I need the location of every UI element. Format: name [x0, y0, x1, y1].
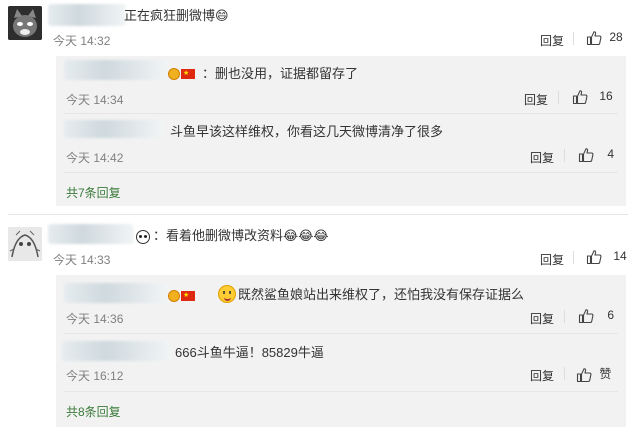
divider	[564, 149, 565, 162]
comment-time: 今天 14:32	[53, 34, 111, 48]
divider	[558, 91, 559, 104]
comment-text: ：看着他删微博改资料😂😂😂	[153, 228, 329, 243]
china-flag-icon	[181, 66, 195, 82]
reply-time: 今天 16:12	[66, 369, 124, 383]
like-count: 14	[613, 249, 627, 264]
reply-button[interactable]: 回复	[530, 149, 554, 166]
like-count: 4	[607, 147, 615, 162]
reply-time: 今天 14:34	[66, 93, 124, 107]
separator	[64, 113, 618, 114]
reply-user-badges	[168, 287, 196, 304]
reply-text: 666斗鱼牛逼！85829牛逼	[175, 345, 324, 360]
avatar[interactable]	[8, 227, 42, 261]
panda-emoji-icon	[136, 229, 150, 244]
reply-text: 斗鱼早该这样维权，你看这几天微博清净了很多	[170, 124, 444, 139]
username-blurred[interactable]	[64, 283, 168, 303]
like-button[interactable]: 14	[586, 249, 627, 265]
separator	[64, 333, 618, 334]
reply-text: ：删也没用，证据都留存了	[202, 66, 359, 81]
username-blurred[interactable]	[62, 341, 172, 361]
thumbs-up-icon	[586, 249, 602, 265]
separator	[64, 172, 618, 173]
reply-text: 既然鲨鱼娘站出来维权了，还怕我没有保存证据么	[238, 287, 525, 302]
china-flag-icon	[181, 288, 195, 304]
like-button[interactable]: 28	[586, 30, 623, 46]
reply-button[interactable]: 回复	[540, 251, 564, 268]
cat-avatar-icon	[8, 6, 42, 40]
reply-time: 今天 14:42	[66, 151, 124, 165]
medal-badge-icon	[168, 67, 180, 80]
like-count: 28	[609, 30, 623, 45]
username-blurred[interactable]	[64, 60, 168, 80]
like-button[interactable]: 赞	[576, 365, 611, 383]
medal-badge-icon	[168, 289, 180, 302]
divider	[564, 310, 565, 323]
reply-button[interactable]: 回复	[530, 367, 554, 384]
like-label: 赞	[599, 367, 612, 381]
reply-emoji	[218, 285, 236, 303]
reply-list: ：删也没用，证据都留存了 今天 14:34 回复 16 斗鱼早该这样维权，你看这…	[56, 56, 626, 206]
user-badge	[136, 228, 150, 244]
divider	[573, 251, 574, 264]
more-replies-link[interactable]: 共8条回复	[66, 403, 121, 420]
divider	[564, 367, 565, 380]
username-blurred[interactable]	[64, 120, 164, 138]
like-button[interactable]: 6	[578, 308, 614, 324]
sketch-avatar-icon	[8, 227, 42, 261]
avatar[interactable]	[8, 6, 42, 40]
thumbs-up-icon	[586, 30, 602, 46]
separator	[64, 391, 618, 392]
like-button[interactable]: 16	[572, 89, 613, 105]
thumbs-up-icon	[572, 89, 588, 105]
thumbs-up-icon	[578, 147, 594, 163]
thumbs-up-icon	[578, 308, 594, 324]
comment-separator	[8, 214, 628, 215]
reply-time: 今天 14:36	[66, 312, 124, 326]
reply-button[interactable]: 回复	[540, 32, 564, 49]
divider	[573, 32, 574, 45]
reply-button[interactable]: 回复	[530, 310, 554, 327]
username-blurred[interactable]	[48, 4, 126, 26]
comment-time: 今天 14:33	[53, 253, 111, 267]
like-button[interactable]: 4	[578, 147, 614, 163]
username-blurred[interactable]	[48, 224, 134, 244]
reply-button[interactable]: 回复	[524, 91, 548, 108]
smiley-emoji-icon	[218, 285, 236, 303]
reply-list: 既然鲨鱼娘站出来维权了，还怕我没有保存证据么 今天 14:36 回复 6 666…	[56, 275, 626, 427]
thumbs-up-icon	[576, 367, 592, 383]
like-count: 16	[599, 89, 613, 104]
reply-user-badges	[168, 65, 196, 82]
more-replies-link[interactable]: 共7条回复	[66, 184, 121, 201]
like-count: 6	[607, 308, 615, 323]
comment-text: 正在疯狂删微博😄	[124, 8, 229, 23]
